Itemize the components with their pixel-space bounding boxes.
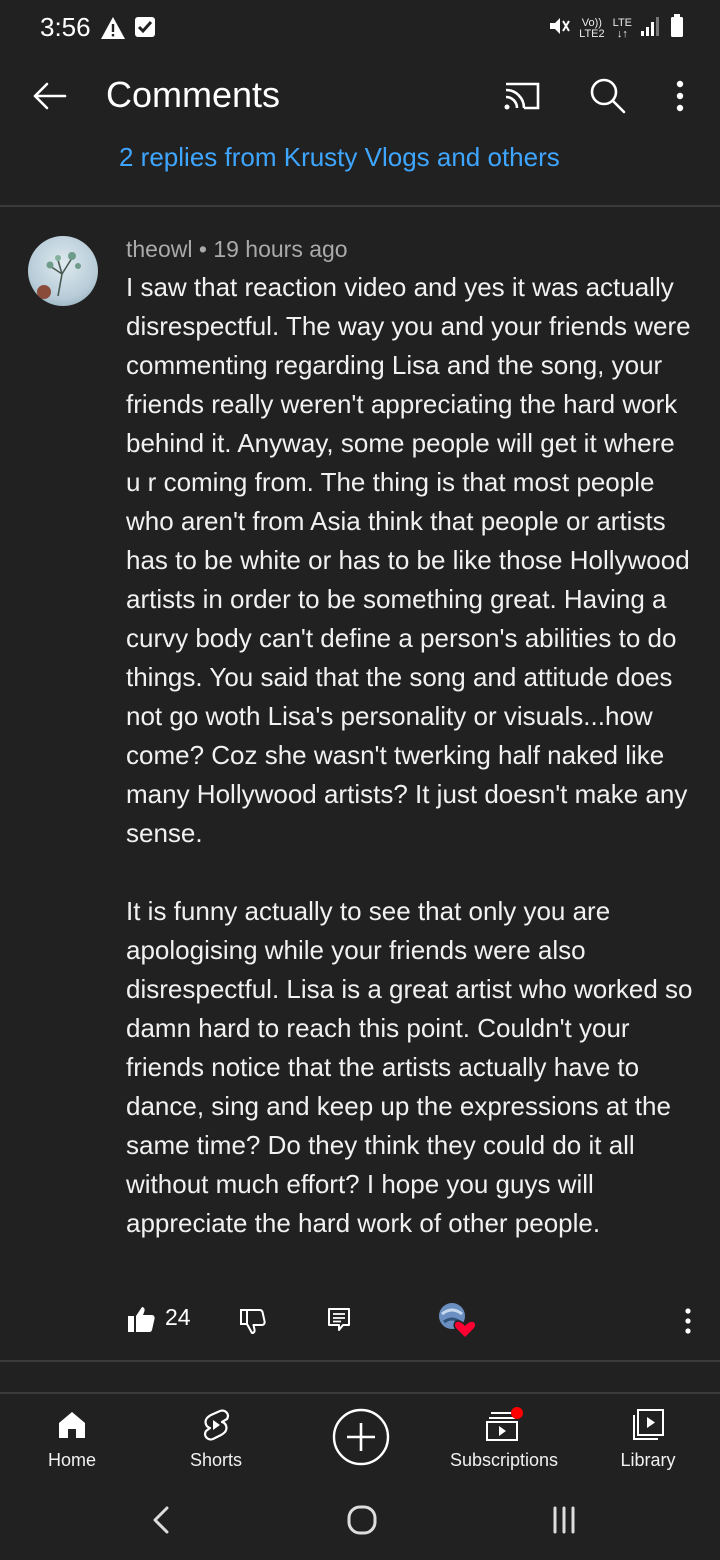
recents-icon (553, 1506, 575, 1534)
signal-strength-icon (640, 15, 662, 42)
more-vertical-icon (676, 80, 684, 112)
library-icon (631, 1408, 665, 1442)
like-button[interactable] (126, 1304, 156, 1334)
thumbs-down-icon (240, 1309, 266, 1334)
back-button[interactable] (30, 76, 70, 116)
divider (0, 1360, 720, 1362)
nav-library[interactable]: Library (608, 1394, 688, 1482)
back-arrow-icon (33, 82, 67, 110)
dislike-button[interactable] (238, 1306, 268, 1336)
like-count: 24 (165, 1304, 191, 1330)
more-options-button[interactable] (660, 74, 700, 118)
meta-separator: • (198, 236, 207, 262)
search-icon (590, 78, 626, 114)
avatar-image (28, 236, 98, 306)
create-button[interactable] (332, 1408, 390, 1466)
nav-shorts[interactable]: Shorts (176, 1394, 256, 1482)
reply-comment-icon (328, 1308, 350, 1331)
comment-text: I saw that reaction video and yes it was… (126, 272, 693, 1238)
nav-home-label: Home (47, 1450, 96, 1470)
nav-shorts-label: Shorts (189, 1450, 243, 1470)
warning-icon (100, 16, 126, 45)
nav-home[interactable]: Home (32, 1394, 112, 1482)
creator-heart-icon (439, 1303, 477, 1340)
volte-label: Vo)) (581, 16, 602, 29)
status-time: 3:56 (40, 12, 91, 42)
cast-button[interactable] (500, 76, 544, 116)
system-home-button[interactable] (342, 1500, 382, 1540)
nav-library-label: Library (620, 1450, 676, 1470)
creator-heart-badge (436, 1300, 478, 1342)
replies-link[interactable]: 2 replies from Krusty Vlogs and others (119, 142, 560, 173)
comment-author[interactable]: theowl (126, 236, 192, 262)
system-navigation-bar (0, 1482, 720, 1560)
chevron-left-icon (153, 1506, 169, 1534)
reply-button[interactable] (326, 1306, 352, 1332)
cast-icon (504, 82, 540, 110)
battery-icon (670, 14, 684, 43)
nav-subscriptions-label: Subscriptions (449, 1450, 559, 1470)
lte2-label: LTE2 (579, 27, 605, 40)
comment-more-button[interactable] (676, 1304, 700, 1338)
thumbs-up-icon (128, 1307, 155, 1332)
data-arrows-icon: ↓↑ (616, 27, 628, 40)
home-circle-icon (347, 1505, 377, 1535)
lte-label: LTE (612, 16, 632, 29)
divider (0, 205, 720, 207)
system-recents-button[interactable] (544, 1500, 584, 1540)
comment-meta: theowl • 19 hours ago (126, 236, 348, 263)
more-vertical-icon (685, 1308, 691, 1334)
checkbox-notification-icon (134, 16, 156, 45)
bottom-navigation: Home Shorts Subscriptions Library (0, 1392, 720, 1482)
subscriptions-icon (484, 1407, 524, 1442)
nav-subscriptions[interactable]: Subscriptions (444, 1394, 564, 1482)
search-button[interactable] (586, 74, 630, 118)
comment-time: 19 hours ago (213, 236, 348, 262)
shorts-icon (200, 1408, 232, 1442)
status-bar: 3:56 Vo)) LTE2 LTE ↓↑ (0, 0, 720, 56)
avatar[interactable] (28, 236, 98, 306)
header: Comments (0, 56, 720, 136)
mute-icon (547, 14, 571, 43)
notification-dot (511, 1407, 523, 1419)
page-title: Comments (106, 74, 281, 115)
comment-actions: 24 (0, 1296, 720, 1344)
system-back-button[interactable] (142, 1500, 182, 1540)
home-icon (56, 1408, 88, 1442)
create-plus-icon (332, 1408, 390, 1466)
